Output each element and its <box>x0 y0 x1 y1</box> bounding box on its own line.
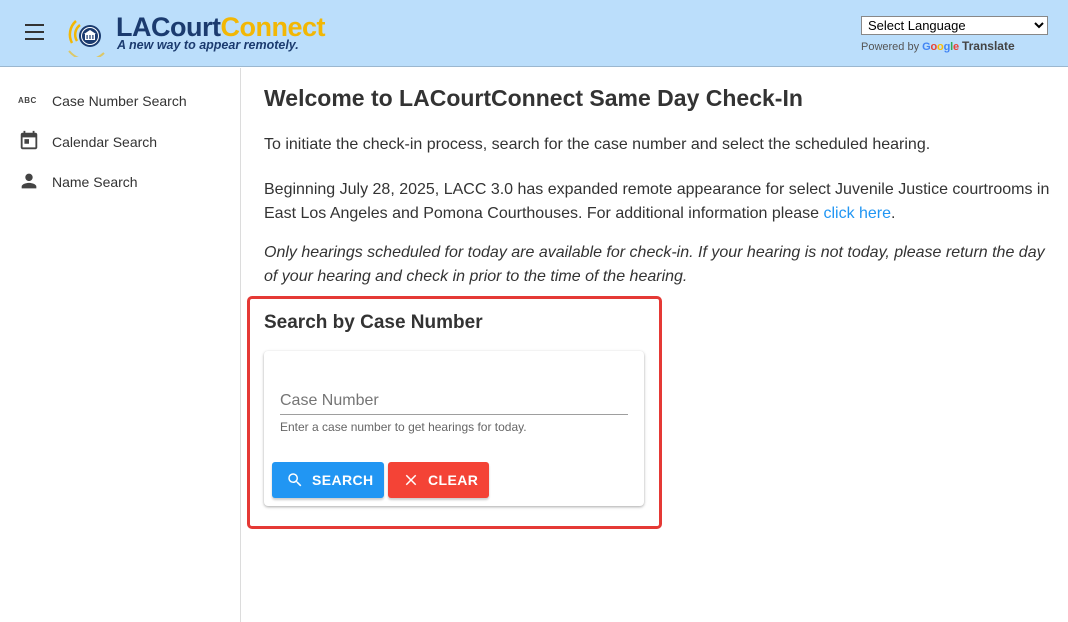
sidebar-item-label: Calendar Search <box>52 134 158 150</box>
search-button-label: SEARCH <box>312 472 374 488</box>
courthouse-signal-icon <box>68 20 105 57</box>
powered-by-text: Powered by <box>861 41 920 53</box>
sidebar-nav: ABC Case Number Search Calendar Search N… <box>0 68 241 622</box>
search-button[interactable]: SEARCH <box>272 462 384 498</box>
case-number-hint: Enter a case number to get hearings for … <box>280 420 527 434</box>
app-header: LACourtConnect A new way to appear remot… <box>0 0 1068 67</box>
close-icon <box>405 474 417 486</box>
search-icon <box>288 473 302 487</box>
sidebar-item-label: Case Number Search <box>52 93 187 109</box>
case-number-input[interactable] <box>280 389 628 413</box>
brand-tagline: A new way to appear remotely. <box>117 38 299 52</box>
intro-text: To initiate the check-in process, search… <box>264 136 931 153</box>
abc-icon: ABC <box>18 96 37 105</box>
person-icon <box>21 173 37 189</box>
translate-link[interactable]: Translate <box>962 39 1015 53</box>
language-select[interactable]: Select Language <box>861 16 1048 35</box>
calendar-icon <box>20 130 38 150</box>
sidebar-item-name-search[interactable]: Name Search <box>0 162 240 202</box>
clear-button[interactable]: CLEAR <box>388 462 489 498</box>
sidebar-item-label: Name Search <box>52 174 138 190</box>
case-number-field <box>280 389 628 415</box>
click-here-link[interactable]: click here <box>823 205 891 222</box>
today-only-note: Only hearings scheduled for today are av… <box>264 244 1045 285</box>
notice-text: Beginning July 28, 2025, LACC 3.0 has ex… <box>264 178 1054 226</box>
sidebar-item-calendar-search[interactable]: Calendar Search <box>0 122 240 162</box>
page-title: Welcome to LACourtConnect Same Day Check… <box>264 85 803 111</box>
hamburger-menu-icon[interactable] <box>24 24 46 42</box>
google-logo-text[interactable]: Google <box>922 41 959 53</box>
clear-button-label: CLEAR <box>428 472 479 488</box>
search-card: Enter a case number to get hearings for … <box>264 351 644 506</box>
notice-body: Beginning July 28, 2025, LACC 3.0 has ex… <box>264 181 1050 222</box>
notice-end: . <box>891 205 896 222</box>
lacourtconnect-logo[interactable]: LACourtConnect A new way to appear remot… <box>66 11 336 57</box>
google-translate-widget: Select Language Powered by Google Transl… <box>861 16 1049 53</box>
search-heading: Search by Case Number <box>264 312 483 333</box>
sidebar-item-case-number-search[interactable]: ABC Case Number Search <box>0 81 240 121</box>
powered-by-google-translate: Powered by Google Translate <box>861 39 1049 53</box>
